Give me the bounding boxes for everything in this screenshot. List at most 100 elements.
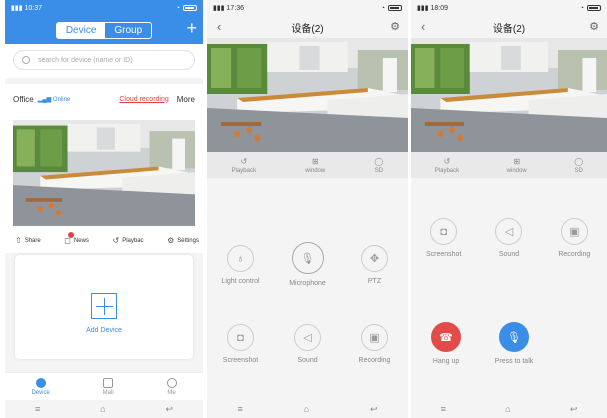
status-bar: ▮▮▮ 10:37 ◔: [5, 0, 203, 16]
screenshot-button[interactable]: ◘ Screenshot: [211, 324, 271, 364]
gear-icon[interactable]: ⚙: [589, 20, 599, 33]
add-device-card[interactable]: Add Device: [15, 255, 193, 359]
home-icon[interactable]: ⌂: [505, 404, 510, 414]
home-icon[interactable]: ⌂: [100, 404, 105, 414]
recording-button[interactable]: ▣ Recording: [345, 324, 405, 364]
control-row-1: ♁ Light control 🎙 Microphone ✥ PTZ: [207, 242, 408, 287]
menu-icon[interactable]: ≡: [441, 404, 446, 414]
camera-feed-image: [411, 38, 607, 152]
page-title: 设备(2): [291, 23, 324, 35]
sound-button[interactable]: ◁ Sound: [479, 218, 539, 258]
add-device-label: Add Device: [86, 326, 122, 334]
playback-button[interactable]: ↺ Playback: [232, 157, 256, 174]
press-to-talk-button[interactable]: 🎙 Press to talk: [484, 322, 544, 365]
talk-screen: ▮▮▮ 18:09 ◔ ‹ 设备(2) ⚙ ↺ Playback ⊞ window …: [411, 0, 607, 418]
status-time: 10:37: [24, 4, 43, 12]
ptz-icon: ✥: [361, 245, 388, 272]
tab-device-nav[interactable]: Device: [31, 377, 50, 396]
video-camera-icon: ▣: [361, 324, 388, 351]
microphone-icon: 🎙: [499, 322, 529, 352]
plus-icon: [91, 292, 117, 319]
tab-group[interactable]: Group: [105, 23, 151, 38]
playback-button[interactable]: ↺ Playbac: [113, 236, 144, 245]
page-title: 设备(2): [492, 23, 526, 35]
menu-icon[interactable]: ≡: [35, 404, 40, 414]
camera-icon: ◘: [227, 324, 254, 351]
home-icon[interactable]: ⌂: [304, 404, 309, 414]
gear-icon[interactable]: ⚙: [390, 20, 400, 33]
bottom-tab-bar: Device Mall Me: [5, 372, 203, 400]
back-icon[interactable]: ↩: [165, 404, 173, 415]
control-row-2: ☎ Hang up 🎙 Press to talk: [411, 322, 607, 365]
back-chevron-icon[interactable]: ‹: [217, 19, 221, 34]
device-name: Office: [13, 94, 34, 104]
share-button[interactable]: ⇧ Share: [15, 236, 41, 245]
mute-icon: ◁: [294, 324, 321, 351]
system-nav-bar: ≡ ⌂ ↩: [5, 400, 203, 418]
notification-badge: [67, 232, 74, 238]
video-player[interactable]: [411, 38, 607, 152]
more-button[interactable]: More: [177, 95, 195, 104]
player-header: ‹ 设备(2) ⚙: [411, 16, 607, 38]
back-chevron-icon[interactable]: ‹: [421, 19, 425, 34]
add-icon[interactable]: +: [186, 19, 197, 37]
light-control-button[interactable]: ♁ Light control: [211, 245, 271, 287]
search-area: search for device (name or ID): [5, 44, 203, 78]
settings-button[interactable]: ⚙ Settings: [167, 236, 199, 245]
playback-button[interactable]: ↺ Playback: [435, 157, 459, 174]
news-button[interactable]: ◻ News: [64, 232, 89, 245]
wifi-icon: ◔: [380, 4, 385, 12]
video-player[interactable]: [207, 38, 408, 152]
sd-icon: ◯: [574, 156, 584, 166]
device-actions: ⇧ Share ◻ News ↺ Playbac ⚙ Settings: [5, 226, 203, 253]
back-icon[interactable]: ↩: [570, 404, 578, 415]
tab-device[interactable]: Device: [56, 22, 106, 38]
search-input[interactable]: search for device (name or ID): [13, 50, 195, 70]
camera-icon: ◘: [430, 218, 458, 245]
history-icon: ↺: [443, 156, 451, 166]
ptz-button[interactable]: ✥ PTZ: [345, 245, 405, 287]
microphone-icon: 🎙: [291, 242, 324, 274]
grid-icon: ⊞: [311, 156, 319, 166]
tab-mall[interactable]: Mall: [103, 377, 114, 396]
status-time: 18:09: [430, 4, 449, 12]
player-header: ‹ 设备(2) ⚙: [207, 16, 408, 38]
menu-icon[interactable]: ≡: [237, 404, 242, 414]
device-card: Office ▂▄▆ Online Cloud recording More ⇧…: [5, 84, 203, 253]
bell-icon: ◻: [64, 232, 74, 245]
tab-me[interactable]: Me: [166, 377, 177, 396]
signal-icon: ▮▮▮: [213, 5, 225, 12]
video-camera-icon: ▣: [560, 218, 588, 245]
battery-icon: [183, 5, 197, 11]
sd-icon: ◯: [374, 156, 384, 166]
camera-icon: [35, 377, 46, 388]
back-icon[interactable]: ↩: [370, 404, 378, 415]
cart-icon: [103, 377, 114, 388]
online-status: ▂▄▆ Online: [37, 96, 71, 103]
video-toolbar: ↺ Playback ⊞ window ◯ SD: [411, 152, 607, 178]
grid-icon: ⊞: [513, 156, 521, 166]
status-time: 17:36: [226, 4, 245, 12]
camera-feed-image: [13, 120, 195, 226]
sound-button[interactable]: ◁ Sound: [278, 324, 338, 364]
status-bar: ▮▮▮ 18:09 ◔: [411, 0, 607, 16]
cloud-recording-link[interactable]: Cloud recording: [119, 96, 168, 103]
bulb-icon: ♁: [227, 245, 254, 272]
microphone-button[interactable]: 🎙 Microphone: [278, 242, 338, 287]
sd-button[interactable]: ◯ SD: [574, 157, 583, 174]
wifi-icon: ◔: [175, 4, 180, 12]
control-row-2: ◘ Screenshot ◁ Sound ▣ Recording: [207, 324, 408, 364]
live-view-screen: ▮▮▮ 17:36 ◔ ‹ 设备(2) ⚙ ↺ Playback ⊞ window …: [207, 0, 408, 418]
screenshot-button[interactable]: ◘ Screenshot: [414, 218, 474, 258]
wifi-icon: ◔: [579, 4, 584, 12]
battery-icon: [587, 5, 601, 11]
window-button[interactable]: ⊞ window: [507, 157, 527, 174]
hang-up-icon: ☎: [431, 322, 461, 352]
recording-button[interactable]: ▣ Recording: [544, 218, 604, 258]
sd-button[interactable]: ◯ SD: [374, 157, 383, 174]
hang-up-button[interactable]: ☎ Hang up: [416, 322, 476, 365]
window-button[interactable]: ⊞ window: [305, 157, 325, 174]
history-icon: ↺: [240, 156, 248, 166]
system-nav-bar: ≡ ⌂ ↩: [207, 400, 408, 418]
camera-thumbnail[interactable]: [13, 120, 195, 226]
